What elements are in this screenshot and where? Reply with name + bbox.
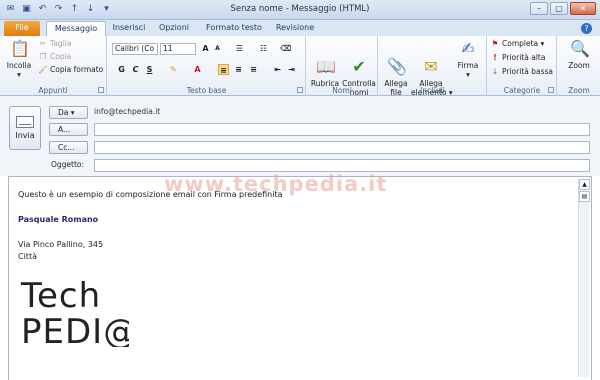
subject-field[interactable] <box>94 159 590 172</box>
brush-icon: 🖌 <box>38 65 48 74</box>
signature-button[interactable]: ✍ Firma ▾ <box>453 39 483 79</box>
address-book-icon: 📖 <box>316 57 336 76</box>
numbering-icon[interactable]: ☷ <box>258 43 269 54</box>
paperclip-icon: 📎 <box>387 57 407 76</box>
signature-address: Via Pinco Pallino, 345 <box>18 240 104 249</box>
low-priority-button[interactable]: ↓ Priorità bassa <box>490 66 553 78</box>
categorie-dialog-launcher[interactable] <box>548 87 554 93</box>
group-testo-base: Calibri (Co 11 A A ☰ ☷ ⌫ G C S ✎ A ≡ ≡ ≡… <box>108 36 306 96</box>
appunti-dialog-launcher[interactable] <box>98 87 104 93</box>
scroll-up-icon[interactable]: ▲ <box>579 179 590 190</box>
tab-inserisci[interactable]: Inserisci <box>108 21 150 36</box>
group-appunti: 📋 Incolla ▾ ✂ Taglia ❐ Copia 🖌 Copia format… <box>0 36 107 96</box>
minimize-button[interactable]: – <box>530 2 548 15</box>
tab-formato-testo[interactable]: Formato testo <box>200 21 268 36</box>
message-body[interactable]: Questo è un esempio di composizione emai… <box>8 176 592 380</box>
bold-icon[interactable]: G <box>116 64 127 75</box>
from-value: info@techpedia.it <box>94 107 161 116</box>
bullets-icon[interactable]: ☰ <box>234 43 245 54</box>
testo-base-dialog-launcher[interactable] <box>297 87 303 93</box>
font-name-combo[interactable]: Calibri (Co <box>112 43 158 55</box>
ruler-toggle-icon[interactable]: ▤ <box>579 191 590 202</box>
scissors-icon: ✂ <box>39 39 47 48</box>
group-nomi: 📖 Rubrica ✔ Controlla nomi Nomi <box>307 36 378 97</box>
decrease-indent-icon[interactable]: ⇤ <box>272 64 283 75</box>
group-label-testo-base: Testo base <box>186 86 227 95</box>
high-priority-icon: ! <box>493 53 497 62</box>
clear-format-icon[interactable]: ⌫ <box>280 43 291 54</box>
watermark: www.techpedia.it <box>164 172 388 196</box>
low-priority-icon: ↓ <box>491 67 499 76</box>
ribbon-tabs: File Messaggio Inserisci Opzioni Formato… <box>0 20 600 36</box>
check-names-icon: ✔ <box>352 57 366 76</box>
signature-icon: ✍ <box>461 39 475 58</box>
underline-icon[interactable]: S <box>144 64 155 75</box>
tab-file[interactable]: File <box>4 21 40 36</box>
signature-city: Città <box>18 252 37 261</box>
shrink-font-icon[interactable]: A <box>212 43 223 54</box>
tab-messaggio[interactable]: Messaggio <box>46 21 106 36</box>
maximize-button[interactable]: ▢ <box>550 2 568 15</box>
signature-name: Pasquale Romano <box>18 215 99 224</box>
group-includi: 📎 Allega file ✉ Allega elemento ▾ ✍ Firma ▾ … <box>379 36 487 97</box>
group-label-appunti: Appunti <box>38 86 68 95</box>
group-label-zoom: Zoom <box>568 86 590 95</box>
italic-icon[interactable]: C <box>130 64 141 75</box>
ribbon: 📋 Incolla ▾ ✂ Taglia ❐ Copia 🖌 Copia format… <box>0 36 600 97</box>
grow-font-icon[interactable]: A <box>200 43 211 54</box>
tab-opzioni[interactable]: Opzioni <box>154 21 194 36</box>
from-button[interactable]: Da ▾ <box>49 106 88 119</box>
align-left-icon[interactable]: ≡ <box>218 64 229 75</box>
cc-button[interactable]: Cc... <box>49 141 88 154</box>
copy-icon: ❐ <box>39 52 47 61</box>
send-button[interactable]: Invia <box>9 106 41 150</box>
increase-indent-icon[interactable]: ⇥ <box>286 64 297 75</box>
highlight-icon[interactable]: ✎ <box>168 64 179 75</box>
group-label-includi: Includi <box>420 86 445 95</box>
send-icon <box>16 116 34 128</box>
window-title: Senza nome - Messaggio (HTML) <box>230 4 370 14</box>
group-label-categorie: Categorie <box>503 86 541 95</box>
cut-button[interactable]: ✂ Taglia <box>38 38 72 50</box>
align-center-icon[interactable]: ≡ <box>233 64 244 75</box>
techpedia-logo: Tech PEDI@ <box>20 277 129 347</box>
copy-button[interactable]: ❐ Copia <box>38 51 72 63</box>
flag-icon: ⚑ <box>491 39 499 48</box>
help-icon[interactable]: ? <box>581 23 592 34</box>
high-priority-button[interactable]: ! Priorità alta <box>490 52 545 64</box>
to-button[interactable]: A... <box>49 123 88 136</box>
format-painter-button[interactable]: 🖌 Copia formato <box>38 64 103 76</box>
align-right-icon[interactable]: ≡ <box>248 64 259 75</box>
close-button[interactable]: ✕ <box>570 2 596 15</box>
follow-up-button[interactable]: ⚑ Completa ▾ <box>490 38 545 50</box>
tab-revisione[interactable]: Revisione <box>272 21 318 36</box>
font-size-combo[interactable]: 11 <box>160 43 196 55</box>
logo-text-pedia: PEDI@ <box>21 312 129 347</box>
subject-label: Oggetto: <box>51 160 85 169</box>
magnifier-icon: 🔍 <box>570 39 590 58</box>
group-categorie: ⚑ Completa ▾ ! Priorità alta ↓ Priorità bas… <box>488 36 557 96</box>
clipboard-icon: 📋 <box>10 39 30 58</box>
title-bar: ✉ ▣ ↶ ↷ ↑ ↓ ▾ Senza nome - Messaggio (HT… <box>0 0 600 20</box>
group-label-nomi: Nomi <box>332 86 352 95</box>
paste-button[interactable]: 📋 Incolla ▾ <box>4 39 34 79</box>
group-zoom: 🔍 Zoom Zoom <box>558 36 600 96</box>
envelope-icon: ✉ <box>424 57 438 76</box>
cc-field[interactable] <box>94 141 590 154</box>
zoom-button[interactable]: 🔍 Zoom <box>562 39 596 70</box>
to-field[interactable] <box>94 123 590 136</box>
body-scrollbar[interactable]: ▲ ▤ <box>578 179 590 377</box>
font-color-icon[interactable]: A <box>192 64 203 75</box>
logo-text-tech: Tech <box>20 277 101 316</box>
